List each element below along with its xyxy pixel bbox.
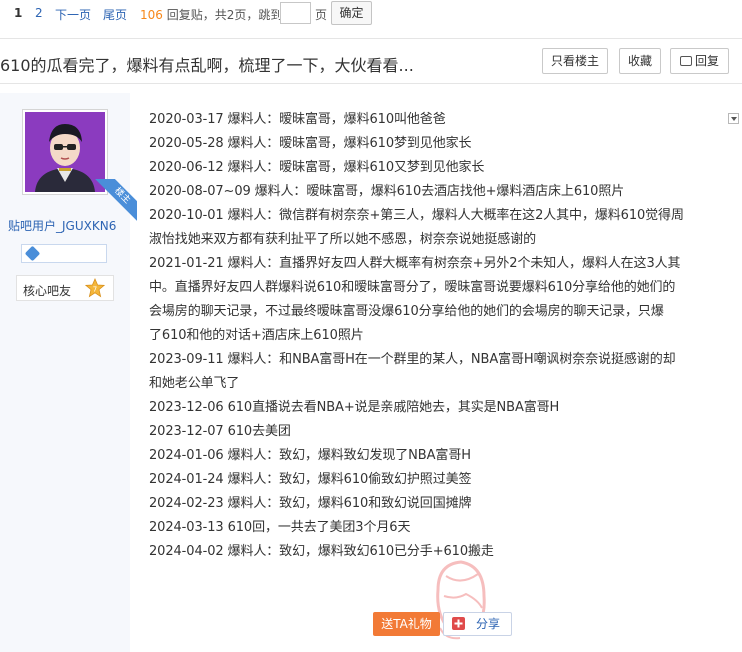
fan-level-badge[interactable]: 核心吧友 7	[16, 275, 114, 301]
reply-count-text: 106 回复贴，共2页，跳到	[140, 6, 282, 23]
page-2-link[interactable]: 2	[35, 6, 43, 20]
next-page-link[interactable]: 下一页	[55, 6, 91, 23]
post-line: 2024-01-24 爆料人：致幻，爆料610偷致幻护照过美签	[149, 472, 472, 487]
post-line: 会場房的聊天记录，不过最终暧昧富哥没爆610分享给他的她们的会場房的聊天记录，只…	[149, 304, 664, 319]
author-sidebar: 楼主 贴吧用户_JGUXKN6 核心吧友 7	[0, 93, 137, 652]
reply-button-label: 回复	[694, 54, 719, 68]
member-level-badge[interactable]	[21, 244, 107, 263]
fan-level-label: 核心吧友	[23, 284, 72, 298]
pages-label: 页，跳到	[234, 8, 283, 22]
thread-title-bar: 610的瓜看完了，爆料有点乱啊，梳理了一下，大伙看看... 只看楼主 收藏 回复	[0, 38, 742, 84]
send-gift-button[interactable]: 送TA礼物	[373, 612, 440, 636]
reply-icon	[679, 56, 692, 66]
post-line: 2024-04-02 爆料人：致幻，爆料致幻610已分手+610搬走	[149, 544, 494, 559]
share-plus-icon	[452, 617, 465, 630]
page-current: 1	[14, 6, 23, 20]
post-line: 2020-06-12 爆料人：暧昧富哥，爆料610又梦到见他家长	[149, 160, 485, 175]
post-line: 2023-12-07 610去美团	[149, 424, 291, 439]
fan-level-star-icon: 7	[85, 278, 105, 298]
post-line: 2024-02-23 爆料人：致幻，爆料610和致幻说回国摊牌	[149, 496, 472, 511]
reply-count: 106	[140, 8, 163, 22]
fan-level-number: 7	[93, 286, 97, 294]
post-line: 和她老公单飞了	[149, 376, 240, 391]
post-line: 2020-03-17 爆料人：暧昧富哥，爆料610叫他爸爸	[149, 112, 446, 127]
last-page-link[interactable]: 尾页	[103, 6, 127, 23]
post-line: 2020-05-28 爆料人：暧昧富哥，爆料610梦到见他家长	[149, 136, 472, 151]
post-content: 2020-03-17 爆料人：暧昧富哥，爆料610叫他爸爸 2020-05-28 …	[149, 108, 723, 564]
page-unit-label: 页	[315, 8, 328, 22]
post-line: 2021-01-21 爆料人：直播界好友四人群大概率有树奈奈+另外2个未知人，爆…	[149, 256, 681, 271]
share-label: 分享	[476, 617, 501, 631]
reply-count-label: 回复贴，共	[166, 8, 227, 22]
confirm-jump-button[interactable]: 确定	[331, 1, 372, 25]
thread-title: 610的瓜看完了，爆料有点乱啊，梳理了一下，大伙看看...	[0, 56, 414, 75]
post-menu-arrow-icon[interactable]	[728, 113, 739, 124]
post-line: 了610和他的对话+酒店床上610照片	[149, 328, 364, 343]
jump-page-input[interactable]	[280, 2, 311, 24]
post-line: 淑怡找她来双方都有获利扯平了所以她不感恩，树奈奈说她挺感谢的	[149, 232, 537, 247]
post-line: 2023-09-11 爆料人：和NBA富哥H在一个群里的某人，NBA富哥H嘲讽树…	[149, 352, 676, 367]
post-line: 2024-01-06 爆料人：致幻，爆料致幻发现了NBA富哥H	[149, 448, 471, 463]
username-link[interactable]: 贴吧用户_JGUXKN6	[8, 217, 116, 234]
pagination-bar: 1 2 下一页 尾页 106 回复贴，共2页，跳到 页 确定	[0, 0, 742, 28]
share-button[interactable]: 分享	[443, 612, 512, 636]
post-line: 中。直播界好友四人群爆料说610和暧昧富哥分了，暧昧富哥说要爆料610分享给他的…	[149, 280, 676, 295]
favorite-button[interactable]: 收藏	[619, 48, 661, 74]
post-line: 2020-08-07~09 爆料人：暧昧富哥，爆料610去酒店找他+爆料酒店床上…	[149, 184, 625, 199]
post-line: 2024-03-13 610回，一共去了美团3个月6天	[149, 520, 411, 535]
post-line: 2023-12-06 610直播说去看NBA+说是亲戚陪她去，其实是NBA富哥H	[149, 400, 560, 415]
member-icon	[24, 245, 41, 262]
reply-button[interactable]: 回复	[670, 48, 729, 74]
only-op-button[interactable]: 只看楼主	[542, 48, 608, 74]
post-line: 2020-10-01 爆料人：微信群有树奈奈+第三人，爆料人大概率在这2人其中，…	[149, 208, 684, 223]
